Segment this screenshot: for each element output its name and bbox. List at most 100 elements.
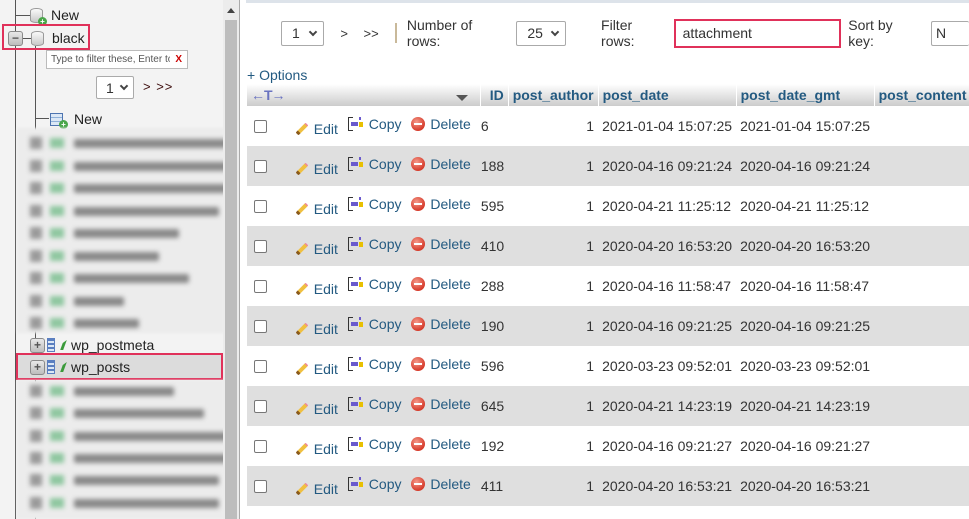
cell-post-date-gmt[interactable]: 2020-04-21 11:25:12 (736, 186, 875, 226)
table-name[interactable]: wp_postmeta (71, 337, 154, 353)
last-page-button[interactable]: >> (357, 18, 385, 48)
blurred-table-item[interactable] (30, 496, 219, 510)
cell-post-author[interactable]: 1 (508, 226, 599, 266)
copy-button[interactable]: Copy (347, 356, 401, 372)
copy-button[interactable]: Copy (347, 276, 401, 292)
cell-id[interactable]: 411 (480, 466, 509, 506)
row-checkbox[interactable] (254, 440, 267, 454)
next-page-button[interactable]: > (331, 18, 357, 48)
cell-id[interactable]: 596 (480, 346, 509, 386)
expand-icon[interactable]: + (30, 337, 45, 353)
column-toggle-header[interactable]: ←T→ (247, 84, 482, 106)
resize-columns-icon[interactable]: ←T→ (251, 87, 286, 103)
page-select[interactable]: 1 (281, 20, 325, 46)
sidebar-page-nav[interactable]: > >> (143, 79, 173, 94)
cell-post-date[interactable]: 2020-04-20 16:53:20 (598, 226, 737, 266)
row-checkbox[interactable] (254, 360, 267, 374)
cell-post-content[interactable] (874, 106, 969, 146)
cell-post-author[interactable]: 1 (508, 266, 599, 306)
new-database-link[interactable]: + New (30, 5, 79, 26)
edit-button[interactable]: Edit (295, 361, 338, 377)
blurred-table-item[interactable] (30, 384, 174, 398)
copy-button[interactable]: Copy (347, 116, 401, 132)
cell-post-author[interactable]: 1 (508, 186, 599, 226)
blurred-table-item[interactable] (30, 429, 229, 443)
cell-post-date[interactable]: 2020-04-21 14:23:19 (598, 386, 737, 426)
delete-button[interactable]: Delete (411, 116, 471, 132)
cell-post-date-gmt[interactable]: 2020-04-20 16:53:21 (736, 466, 875, 506)
copy-button[interactable]: Copy (347, 316, 401, 332)
copy-button[interactable]: Copy (347, 196, 401, 212)
copy-button[interactable]: Copy (347, 236, 401, 252)
cell-id[interactable]: 288 (480, 266, 509, 306)
row-checkbox[interactable] (254, 160, 267, 174)
cell-id[interactable]: 410 (480, 226, 509, 266)
sidebar-scrollbar[interactable] (223, 0, 239, 519)
cell-post-author[interactable]: 1 (508, 106, 599, 146)
cell-post-date-gmt[interactable]: 2020-04-16 09:21:24 (736, 146, 875, 186)
row-checkbox[interactable] (254, 320, 267, 334)
cell-post-date[interactable]: 2020-04-16 09:21:27 (598, 426, 737, 466)
blurred-table-item[interactable] (30, 316, 139, 330)
edit-button[interactable]: Edit (295, 441, 338, 457)
blurred-table-item[interactable] (30, 204, 219, 218)
copy-button[interactable]: Copy (347, 396, 401, 412)
cell-post-date[interactable]: 2020-04-16 11:58:47 (598, 266, 737, 306)
delete-button[interactable]: Delete (411, 316, 471, 332)
rows-per-page-select[interactable]: 25 (516, 20, 567, 46)
column-header-post-date[interactable]: post_date (598, 84, 737, 106)
delete-button[interactable]: Delete (411, 396, 471, 412)
edit-button[interactable]: Edit (295, 281, 338, 297)
cell-post-date-gmt[interactable]: 2020-04-21 14:23:19 (736, 386, 875, 426)
blurred-table-item[interactable] (30, 294, 124, 308)
sort-by-key-select[interactable]: N (930, 20, 969, 46)
copy-button[interactable]: Copy (347, 436, 401, 452)
edit-button[interactable]: Edit (295, 201, 338, 217)
row-checkbox[interactable] (254, 200, 267, 214)
clear-filter-icon[interactable]: X (170, 54, 187, 65)
cell-post-author[interactable]: 1 (508, 386, 599, 426)
row-checkbox[interactable] (254, 240, 267, 254)
cell-id[interactable]: 595 (480, 186, 509, 226)
cell-post-date[interactable]: 2020-04-16 09:21:24 (598, 146, 737, 186)
table-node-wp-postmeta[interactable]: + wp_postmeta (30, 335, 154, 355)
cell-post-date-gmt[interactable]: 2020-04-16 09:21:27 (736, 426, 875, 466)
cell-post-date[interactable]: 2021-01-04 15:07:25 (598, 106, 737, 146)
row-checkbox[interactable] (254, 480, 267, 494)
delete-button[interactable]: Delete (411, 236, 471, 252)
row-checkbox[interactable] (254, 400, 267, 414)
scroll-up-icon[interactable] (227, 8, 235, 13)
cell-post-content[interactable] (874, 346, 969, 386)
filter-rows-input[interactable]: attachment (673, 18, 842, 48)
cell-post-content[interactable] (874, 306, 969, 346)
cell-id[interactable]: 192 (480, 426, 509, 466)
copy-button[interactable]: Copy (347, 476, 401, 492)
column-header-post-author[interactable]: post_author (508, 84, 599, 106)
blurred-table-item[interactable] (30, 406, 204, 420)
cell-post-date-gmt[interactable]: 2020-03-23 09:52:01 (736, 346, 875, 386)
dropdown-triangle-icon[interactable] (456, 95, 469, 101)
blurred-table-item[interactable] (30, 181, 229, 195)
edit-button[interactable]: Edit (295, 321, 338, 337)
blurred-table-item[interactable] (30, 271, 189, 285)
cell-post-author[interactable]: 1 (508, 466, 599, 506)
cell-post-date[interactable]: 2020-04-20 16:53:21 (598, 466, 737, 506)
sidebar-page-select[interactable]: 1 (96, 76, 134, 99)
cell-post-author[interactable]: 1 (508, 146, 599, 186)
column-header-id[interactable]: ID (480, 84, 509, 106)
cell-post-author[interactable]: 1 (508, 426, 599, 466)
delete-button[interactable]: Delete (411, 476, 471, 492)
cell-post-date-gmt[interactable]: 2020-04-20 16:53:20 (736, 226, 875, 266)
cell-post-content[interactable] (874, 186, 969, 226)
edit-button[interactable]: Edit (295, 401, 338, 417)
cell-post-content[interactable] (874, 226, 969, 266)
column-header-post-date-gmt[interactable]: post_date_gmt (736, 84, 875, 106)
delete-button[interactable]: Delete (411, 276, 471, 292)
delete-button[interactable]: Delete (411, 156, 471, 172)
copy-button[interactable]: Copy (347, 156, 401, 172)
options-link[interactable]: + Options (247, 67, 307, 83)
cell-id[interactable]: 190 (480, 306, 509, 346)
blurred-table-item[interactable] (30, 136, 229, 150)
cell-post-date-gmt[interactable]: 2020-04-16 09:21:25 (736, 306, 875, 346)
edit-button[interactable]: Edit (295, 481, 338, 497)
